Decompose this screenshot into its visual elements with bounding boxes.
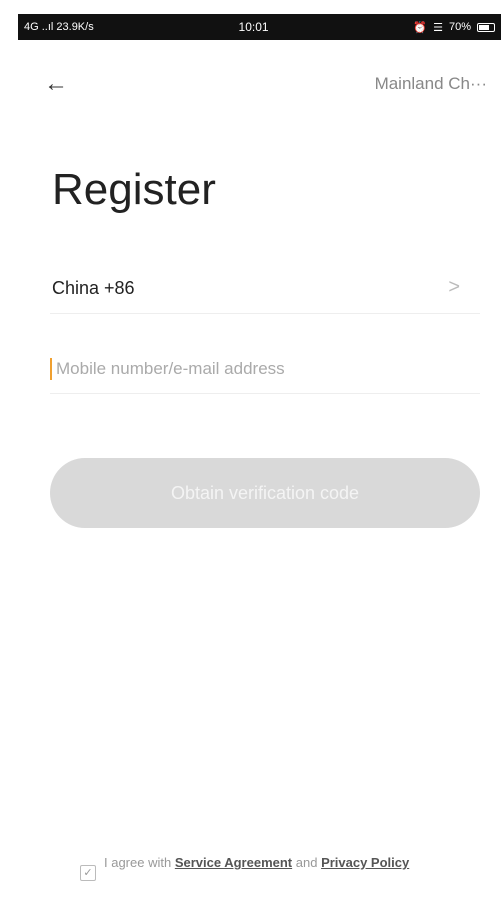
signal-speed-text: 4G ..ıl 23.9K/s xyxy=(24,21,94,33)
country-code-label: China +86 xyxy=(52,278,135,298)
phone-email-input[interactable] xyxy=(50,352,470,386)
alarm-icon: ⏰ xyxy=(413,21,428,34)
obtain-code-button[interactable]: Obtain verification code xyxy=(50,458,480,528)
status-time: 10:01 xyxy=(238,20,269,34)
agreement-connector: and xyxy=(292,855,322,870)
region-selector[interactable]: Mainland Ch··· xyxy=(375,74,487,94)
battery-percent: 70% xyxy=(448,21,471,33)
privacy-policy-link[interactable]: Privacy Policy xyxy=(321,855,409,870)
chevron-right-icon: > xyxy=(448,276,460,298)
agreement-checkbox[interactable]: ✓ xyxy=(80,865,96,881)
battery-icon xyxy=(477,22,495,32)
top-nav: ← Mainland Ch··· xyxy=(0,64,501,104)
country-code-selector[interactable]: China +86 > xyxy=(50,268,480,314)
wifi-icon: ☰ xyxy=(433,21,443,34)
phone-email-field xyxy=(50,344,480,394)
status-bar: 4G ..ıl 23.9K/s 10:01 ⏰ ☰ 70% xyxy=(18,14,501,40)
service-agreement-link[interactable]: Service Agreement xyxy=(175,855,292,870)
back-arrow-icon[interactable]: ← xyxy=(44,68,76,100)
agreement-prefix: I agree with xyxy=(104,855,175,870)
page-title: Register xyxy=(52,165,216,214)
agreement-text: I agree with Service Agreement and Priva… xyxy=(104,855,484,871)
